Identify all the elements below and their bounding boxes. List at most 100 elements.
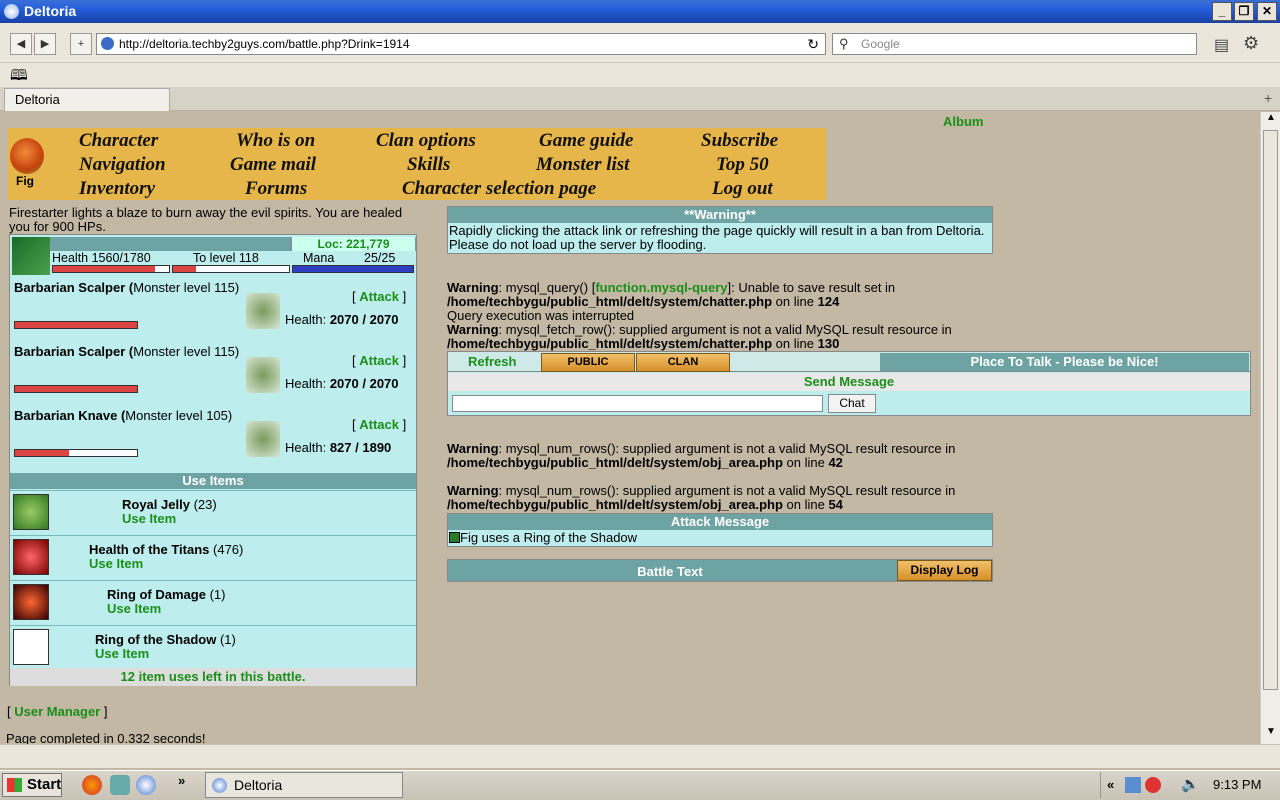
heal-message: Firestarter lights a blaze to burn away … — [9, 205, 403, 234]
scroll-up-icon[interactable]: ▲ — [1262, 112, 1280, 129]
php-warning-1: Warning: mysql_query() [function.mysql-q… — [447, 281, 1047, 351]
warning-label: Warning — [447, 483, 499, 498]
mysql-query-link[interactable]: function.mysql-query — [595, 280, 727, 295]
item-qty: (1) — [219, 632, 236, 647]
url-text: http://deltoria.techby2guys.com/battle.p… — [119, 37, 410, 51]
page-completed: Page completed in 0.332 seconds! — [6, 731, 206, 744]
quicklaunch-chevron[interactable]: » — [178, 773, 185, 788]
bracket-left: [ — [7, 704, 11, 719]
item-name: Health of the Titans — [89, 542, 210, 557]
maximize-button[interactable]: ❐ — [1234, 2, 1254, 21]
location-coords: Loc: 221,779 — [291, 237, 415, 251]
gear-icon[interactable]: ⚙ — [1243, 33, 1259, 54]
menu-game-guide[interactable]: Game guide — [539, 130, 633, 152]
menu-monster-list[interactable]: Monster list — [536, 154, 629, 176]
menu-skills[interactable]: Skills — [407, 154, 450, 176]
forward-icon[interactable]: ▶ — [34, 33, 56, 55]
tray-expand-icon[interactable]: « — [1107, 772, 1114, 798]
item-icon — [13, 494, 49, 530]
warning-header: **Warning** — [448, 207, 992, 223]
volume-icon[interactable]: 🔈 — [1181, 772, 1200, 798]
use-item-link[interactable]: Use Item — [89, 556, 143, 571]
menu-character[interactable]: Character — [79, 130, 158, 152]
new-tab-icon[interactable]: + — [70, 33, 92, 55]
attack-link[interactable]: Attack — [359, 353, 399, 368]
chat-public-button[interactable]: PUBLIC — [541, 353, 635, 372]
menu-subscribe[interactable]: Subscribe — [701, 130, 778, 152]
mana-label: Mana — [303, 251, 335, 265]
menu-navigation[interactable]: Navigation — [79, 154, 166, 176]
back-icon[interactable]: ◀ — [10, 33, 32, 55]
vertical-scrollbar[interactable]: ▲ ▼ — [1260, 112, 1280, 744]
on-line-text: on line — [782, 455, 829, 470]
chat-message-input[interactable] — [452, 395, 823, 412]
chat-title: Place To Talk - Please be Nice! — [880, 353, 1249, 371]
firefox-icon — [4, 4, 19, 19]
use-item-link[interactable]: Use Item — [95, 646, 149, 661]
warning-line: 130 — [817, 336, 840, 351]
menu-game-mail[interactable]: Game mail — [230, 154, 316, 176]
album-link[interactable]: Album — [943, 114, 983, 129]
chat-clan-button[interactable]: CLAN — [636, 353, 730, 372]
page-menu-icon[interactable]: ▤ — [1214, 35, 1229, 55]
menu-who-is-on[interactable]: Who is on — [236, 130, 315, 152]
menu-forums[interactable]: Forums — [245, 178, 307, 200]
battle-text-label: Battle Text — [637, 564, 703, 579]
tab-deltoria[interactable]: Deltoria — [4, 88, 170, 111]
monster-health-text: Health: 827 / 1890 — [285, 441, 415, 455]
search-input[interactable]: ⚲ Google — [832, 33, 1197, 55]
item-name-line: Royal Jelly (23) — [122, 497, 217, 512]
close-button[interactable]: ✕ — [1257, 2, 1277, 21]
use-item-link[interactable]: Use Item — [107, 601, 161, 616]
window-titlebar: Deltoria — [0, 0, 1280, 23]
add-tab-icon[interactable]: + — [1264, 90, 1272, 106]
security-icon[interactable] — [1145, 777, 1161, 793]
warning-msg: : mysql_num_rows(): supplied argument is… — [498, 441, 956, 456]
attack-link[interactable]: Attack — [359, 289, 399, 304]
menu-inventory[interactable]: Inventory — [79, 178, 155, 200]
warning-line: 124 — [817, 294, 840, 309]
use-item-link[interactable]: Use Item — [122, 511, 176, 526]
warning-box: **Warning** Rapidly clicking the attack … — [447, 206, 993, 254]
display-log-button[interactable]: Display Log — [897, 560, 992, 581]
attack-link-wrap: [ Attack ] — [352, 289, 406, 304]
minimize-button[interactable]: _ — [1212, 2, 1232, 21]
item-name-line: Ring of Damage (1) — [107, 587, 225, 602]
url-input[interactable]: http://deltoria.techby2guys.com/battle.p… — [96, 33, 826, 55]
user-manager-link[interactable]: User Manager — [14, 704, 100, 719]
scroll-down-icon[interactable]: ▼ — [1262, 726, 1280, 743]
monster-level: Monster level 105) — [125, 408, 233, 423]
item-icon — [13, 584, 49, 620]
item-qty: (476) — [213, 542, 244, 557]
uses-left: 12 item uses left in this battle. — [10, 668, 416, 686]
menu-log-out[interactable]: Log out — [712, 178, 773, 200]
warning-path: /home/techbygu/public_html/delt/system/c… — [447, 294, 773, 309]
attack-link[interactable]: Attack — [359, 417, 399, 432]
warning-line: 54 — [828, 497, 843, 512]
taskbar-item-deltoria[interactable]: Deltoria — [205, 772, 403, 798]
monster-health-value: 2070 / 2070 — [329, 312, 399, 327]
scroll-thumb[interactable] — [1263, 130, 1278, 690]
chat-refresh-link[interactable]: Refresh — [468, 354, 516, 369]
menu-clan-options[interactable]: Clan options — [376, 130, 476, 152]
start-button[interactable]: Start — [2, 773, 62, 797]
bracket-right: ] — [402, 289, 407, 304]
network-icon[interactable] — [1125, 777, 1141, 793]
messenger-quicklaunch-icon[interactable] — [110, 775, 130, 795]
browser-quicklaunch-icon[interactable] — [136, 775, 156, 795]
monster-health-label: Health: — [285, 376, 327, 391]
warning-msg: : mysql_fetch_row(): supplied argument i… — [498, 322, 952, 337]
warning-label: Warning — [447, 280, 499, 295]
firefox-quicklaunch-icon[interactable] — [82, 775, 102, 795]
monster-level: Monster level 115) — [133, 280, 240, 295]
bracket-left: [ — [352, 353, 356, 368]
use-items-header: Use Items — [10, 473, 416, 489]
bracket-right: ] — [402, 417, 407, 432]
reload-icon[interactable]: ↻ — [807, 34, 819, 54]
chat-button[interactable]: Chat — [828, 394, 876, 413]
menu-top-50[interactable]: Top 50 — [716, 154, 769, 176]
menu-character-selection[interactable]: Character selection page — [402, 178, 596, 200]
monster-name: Barbarian Knave — [14, 408, 118, 423]
bracket-left: [ — [352, 417, 356, 432]
monster-health-text: Health: 2070 / 2070 — [285, 313, 415, 327]
